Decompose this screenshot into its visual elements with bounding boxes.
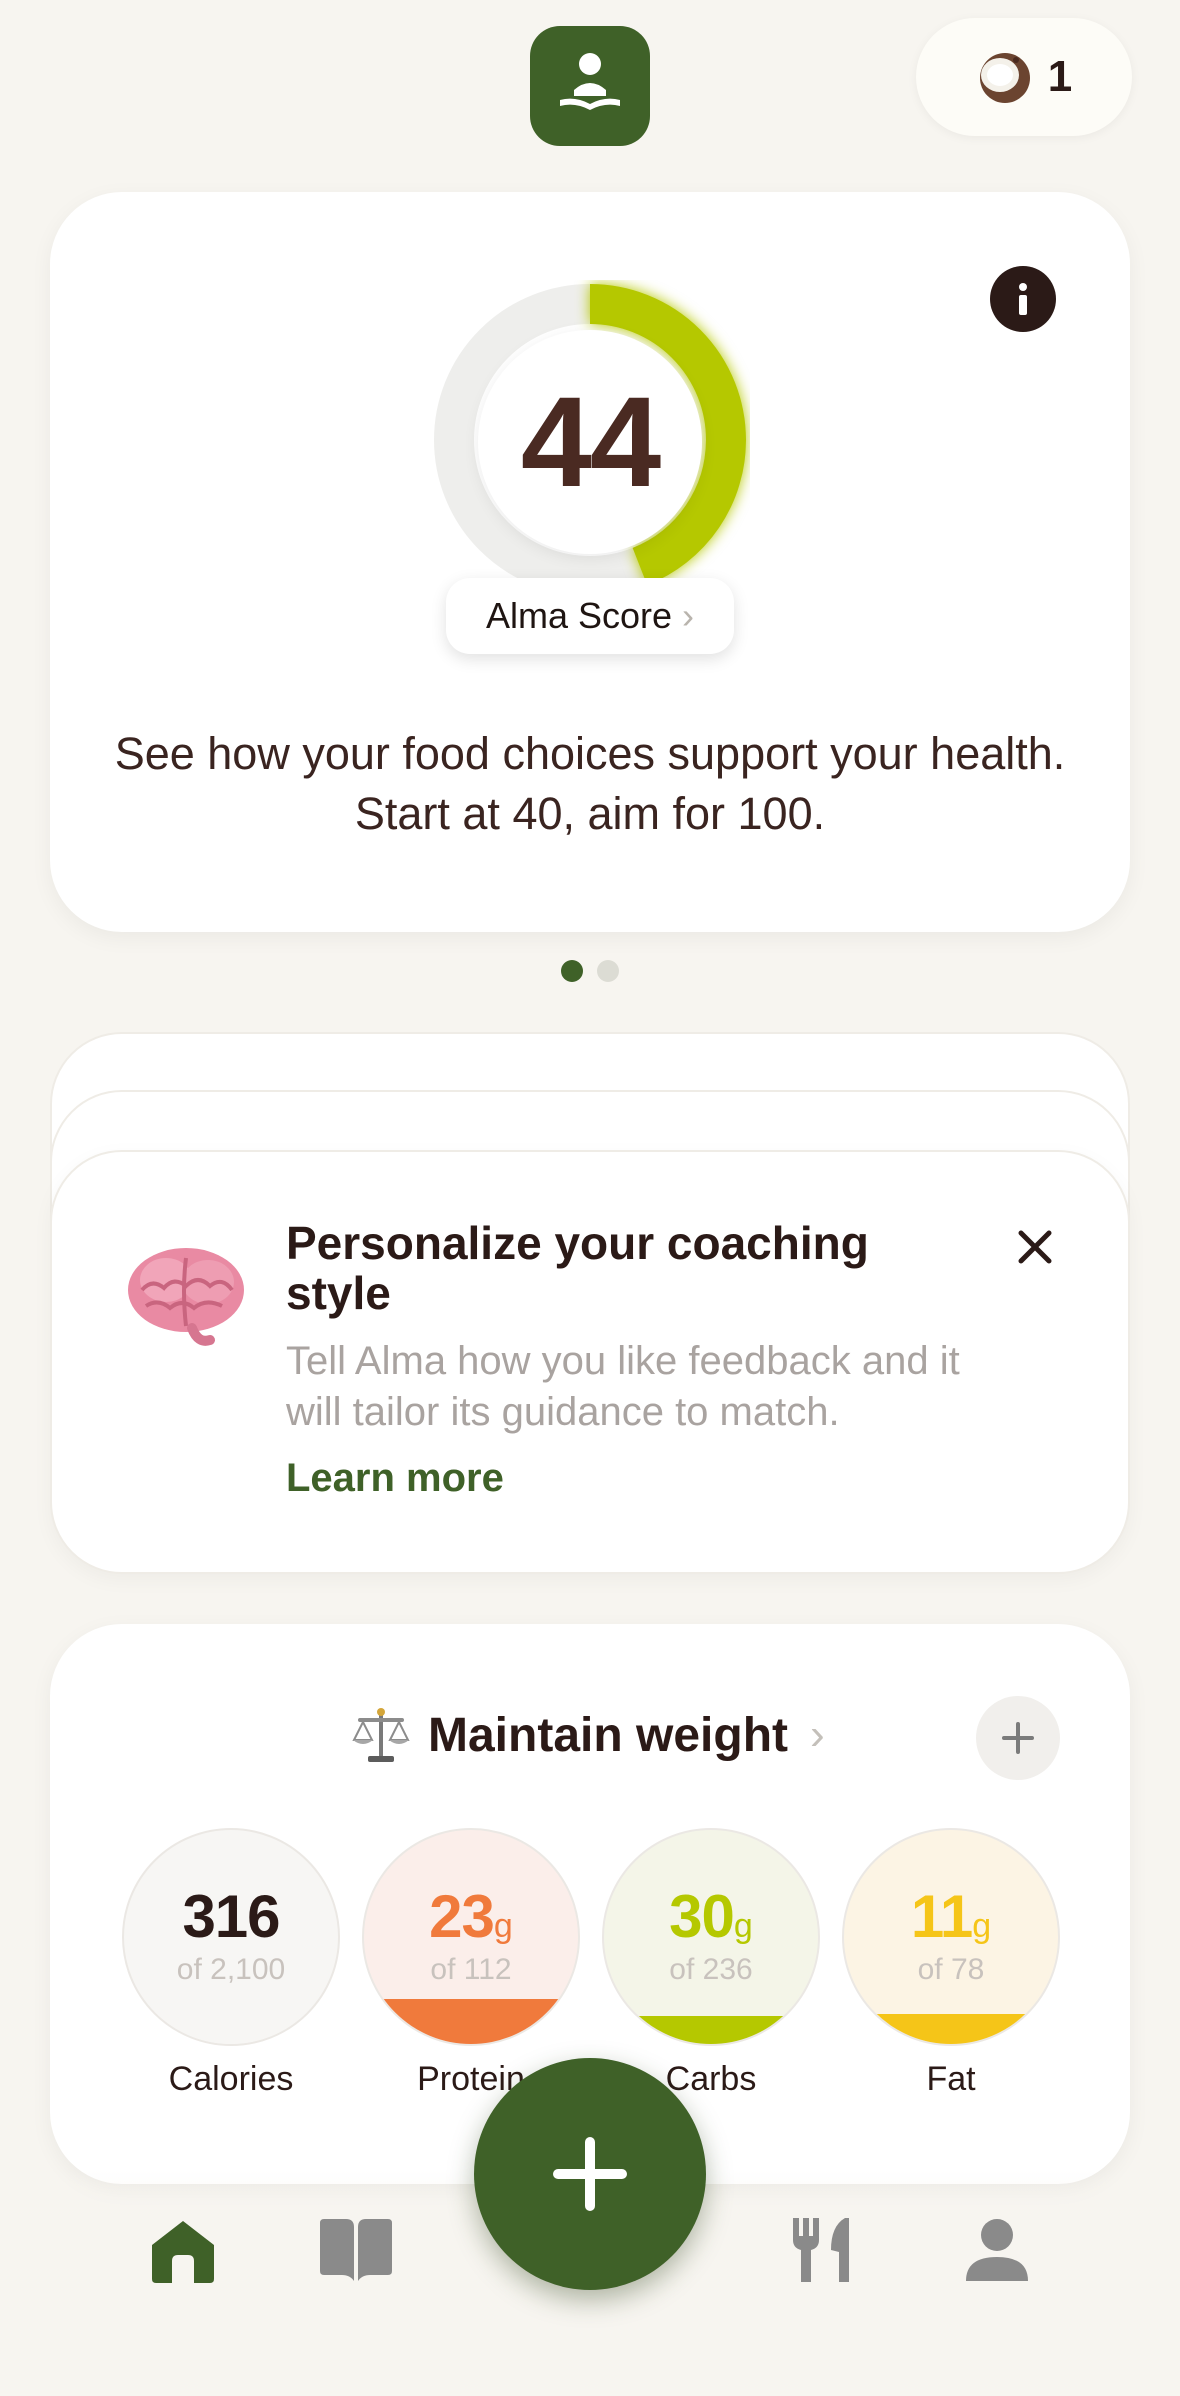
goal-selector[interactable]: Maintain weight ›	[350, 1700, 825, 1770]
coins-badge[interactable]: 1	[916, 18, 1132, 136]
macro-calories[interactable]: 316 of 2,100	[122, 1828, 340, 2046]
macro-unit: g	[972, 1907, 992, 1945]
macro-target: of 78	[917, 1953, 985, 1986]
plus-icon	[1002, 1722, 1034, 1754]
macro-value: 11	[910, 1883, 973, 1950]
macro-label: Fat	[926, 2060, 976, 2098]
macro-protein[interactable]: 23g of 112	[362, 1828, 580, 2046]
plus-icon	[553, 2137, 627, 2211]
info-button[interactable]	[990, 266, 1056, 332]
add-goal-button[interactable]	[976, 1696, 1060, 1780]
macro-label: Calories	[168, 2060, 294, 2098]
macro-fill	[364, 1999, 578, 2044]
macro-unit: g	[493, 1907, 513, 1945]
profile-icon	[966, 2219, 1028, 2281]
close-icon	[1018, 1230, 1052, 1264]
macro-value: 316	[182, 1883, 280, 1950]
nav-home[interactable]	[143, 2210, 223, 2290]
macro-value: 23	[429, 1883, 495, 1950]
page-dot-active[interactable]	[561, 960, 583, 982]
macro-value: 30	[669, 1883, 735, 1950]
coaching-title: Personalize your coaching style	[286, 1217, 869, 1319]
fork-knife-icon	[793, 2218, 849, 2282]
nav-library[interactable]	[316, 2210, 396, 2290]
chevron-right-icon: ›	[810, 1710, 825, 1759]
alma-score-label: Alma Score	[485, 595, 673, 636]
macro-unit: g	[733, 1907, 753, 1945]
macro-carbs[interactable]: 30g of 236	[602, 1828, 820, 2046]
alma-score-button[interactable]: Alma Score ›	[446, 578, 734, 654]
score-value: 44	[520, 370, 661, 514]
chevron-right-icon: ›	[682, 595, 695, 636]
macro-fill	[604, 2016, 818, 2044]
learn-more-link[interactable]: Learn more	[286, 1456, 504, 1501]
app-logo[interactable]	[530, 26, 650, 146]
macro-fat[interactable]: 11g of 78	[842, 1828, 1060, 2046]
book-icon	[320, 2219, 392, 2281]
balance-scale-icon	[352, 1708, 410, 1762]
nav-profile[interactable]	[957, 2210, 1037, 2290]
macro-target: of 112	[430, 1953, 512, 1986]
coin-count: 1	[1047, 52, 1073, 101]
info-icon	[1019, 283, 1027, 315]
macro-target: of 2,100	[176, 1953, 286, 1986]
brain-icon	[128, 1248, 244, 1346]
score-description: See how your food choices support your h…	[114, 728, 1066, 839]
macro-target: of 236	[669, 1953, 753, 1986]
add-meal-button[interactable]	[474, 2058, 706, 2290]
coconut-icon	[979, 53, 1030, 103]
coaching-description: Tell Alma how you like feedback and it w…	[286, 1339, 960, 1434]
macro-fill	[124, 2011, 338, 2044]
reading-person-icon	[560, 53, 620, 110]
goal-title: Maintain weight	[428, 1708, 788, 1762]
nav-meals[interactable]	[784, 2210, 864, 2290]
close-button[interactable]	[1010, 1222, 1060, 1272]
page-dot[interactable]	[597, 960, 619, 982]
home-icon	[152, 2221, 214, 2283]
macro-fill	[844, 2014, 1058, 2044]
score-center: 44	[478, 330, 702, 554]
